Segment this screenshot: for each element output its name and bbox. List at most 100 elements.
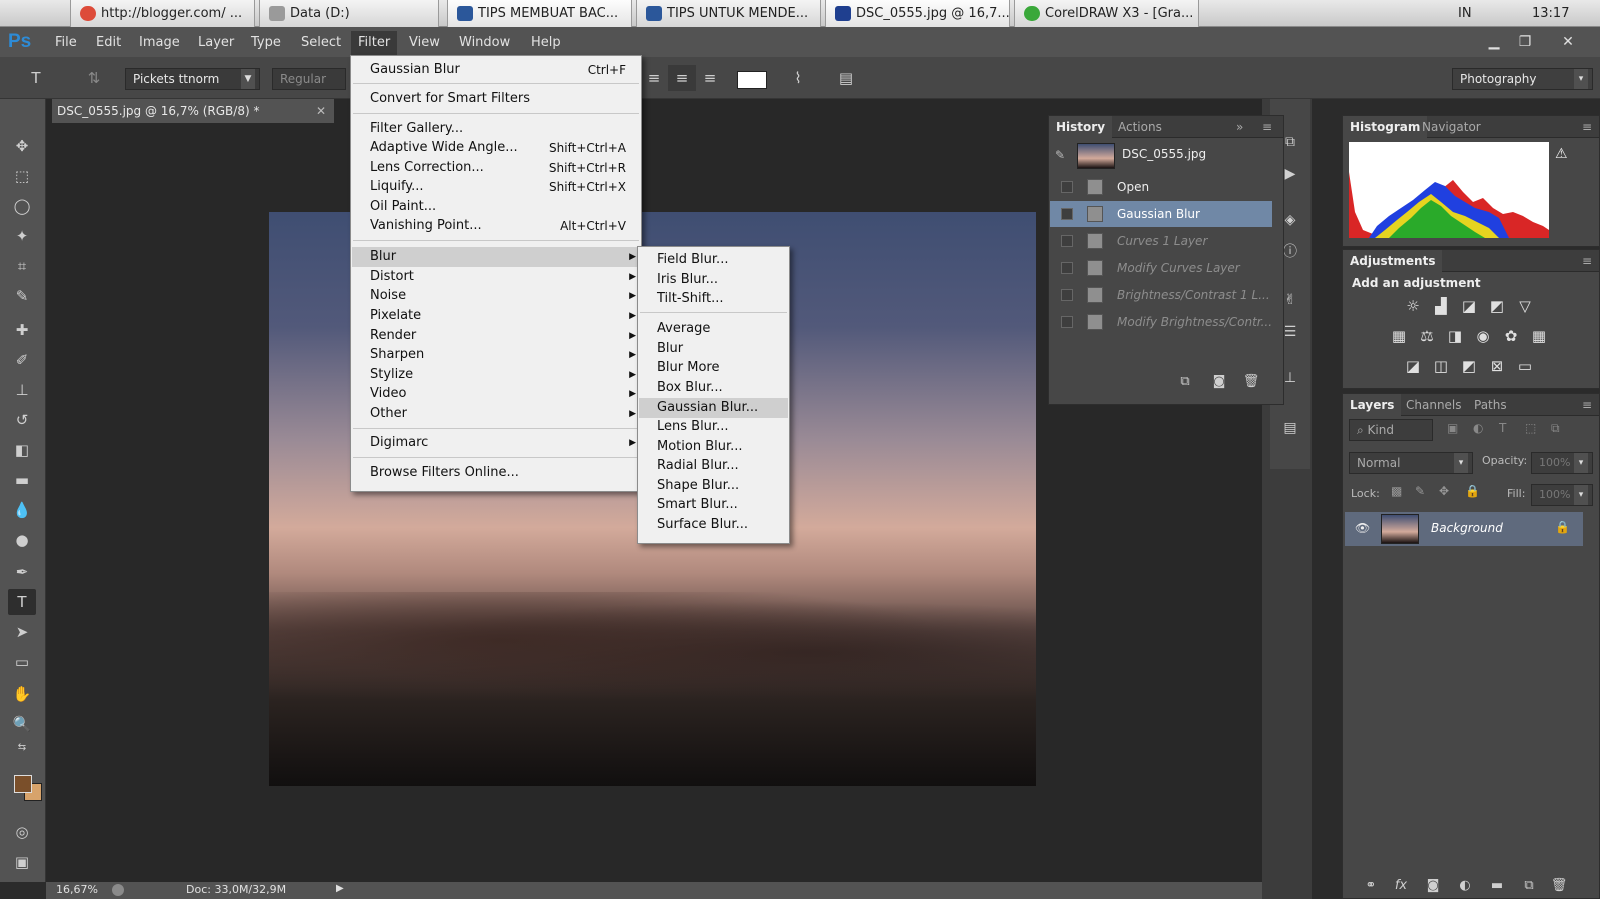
snapshot-camera-icon[interactable]: ◙ — [1209, 372, 1229, 392]
invert-icon[interactable]: ◪ — [1403, 356, 1423, 376]
layer-style-icon[interactable]: fx — [1391, 876, 1411, 896]
submenu-item-average[interactable]: Average — [639, 319, 788, 339]
history-state[interactable]: Gaussian Blur — [1050, 201, 1272, 227]
warp-text-icon[interactable]: ⌇ — [784, 65, 812, 91]
orientation-toggle-icon[interactable]: ⇅ — [80, 65, 108, 91]
menu-view[interactable]: View — [409, 35, 440, 50]
font-family-select[interactable]: Pickets ttnorm ▼ — [125, 68, 260, 90]
zoom-level[interactable]: 16,67% — [56, 883, 98, 896]
new-layer-icon[interactable]: ⧉ — [1519, 876, 1539, 896]
pen-tool-icon[interactable]: ✒ — [8, 559, 36, 585]
os-tab-word-2[interactable]: TIPS UNTUK MENDE... — [636, 0, 821, 27]
fill-input[interactable]: 100% ▾ — [1531, 484, 1593, 506]
layer-filter-select[interactable]: ⌕ Kind — [1349, 419, 1433, 441]
history-state-checkbox[interactable] — [1061, 316, 1073, 328]
history-state[interactable]: Open — [1050, 174, 1272, 200]
language-indicator[interactable]: IN — [1458, 0, 1472, 27]
menu-item-pixelate[interactable]: Pixelate ▶ — [352, 306, 640, 326]
type-tool-icon[interactable]: T — [8, 589, 36, 615]
character-panel-icon[interactable]: ▤ — [832, 65, 860, 91]
menu-layer[interactable]: Layer — [198, 35, 234, 50]
color-balance-icon[interactable]: ⚖ — [1417, 326, 1437, 346]
submenu-item-smart-blur[interactable]: Smart Blur... — [639, 495, 788, 515]
lock-image-icon[interactable]: ✎ — [1415, 484, 1425, 498]
visibility-eye-icon[interactable]: 👁 — [1355, 521, 1370, 535]
menu-help[interactable]: Help — [531, 35, 561, 50]
history-brush-source-icon[interactable]: ✎ — [1055, 148, 1065, 162]
brightness-contrast-icon[interactable]: ☼ — [1403, 296, 1423, 316]
photo-filter-icon[interactable]: ◉ — [1473, 326, 1493, 346]
move-tool-icon[interactable]: ✥ — [8, 133, 36, 159]
close-icon[interactable]: ✕ — [316, 99, 326, 123]
screen-mode-icon[interactable]: ▣ — [8, 849, 36, 875]
brush-tool-icon[interactable]: ✐ — [8, 347, 36, 373]
tab-channels[interactable]: Channels — [1399, 394, 1469, 416]
healing-brush-tool-icon[interactable]: ✚ — [8, 317, 36, 343]
align-center-icon[interactable]: ≡ — [668, 65, 696, 91]
eraser-tool-icon[interactable]: ◧ — [8, 437, 36, 463]
color-lookup-icon[interactable]: ▦ — [1529, 326, 1549, 346]
filter-pixel-icon[interactable]: ▣ — [1447, 421, 1458, 435]
panel-menu-icon[interactable]: ≡ — [1575, 116, 1599, 138]
lock-transparent-icon[interactable]: ▩ — [1391, 484, 1402, 498]
delete-state-icon[interactable]: 🗑 — [1241, 372, 1261, 392]
submenu-item-lens-blur[interactable]: Lens Blur... — [639, 417, 788, 437]
tab-actions[interactable]: Actions — [1111, 116, 1169, 138]
submenu-item-shape-blur[interactable]: Shape Blur... — [639, 476, 788, 496]
dodge-tool-icon[interactable]: ● — [8, 527, 36, 553]
tab-paths[interactable]: Paths — [1467, 394, 1514, 416]
quick-mask-icon[interactable]: ◎ — [8, 819, 36, 845]
link-layers-icon[interactable]: ⚭ — [1361, 876, 1381, 896]
zoom-tool-icon[interactable]: 🔍 — [8, 711, 36, 737]
os-tab-browser[interactable]: http://blogger.com/ ... — [70, 0, 255, 27]
menu-item-convert-smart-filters[interactable]: Convert for Smart Filters — [352, 89, 640, 109]
submenu-item-iris-blur[interactable]: Iris Blur... — [639, 270, 788, 290]
history-state[interactable]: Brightness/Contrast 1 L... — [1050, 282, 1272, 308]
os-tab-coreldraw[interactable]: CorelDRAW X3 - [Gra... — [1014, 0, 1199, 27]
menu-item-video[interactable]: Video ▶ — [352, 384, 640, 404]
close-button[interactable]: ✕ — [1555, 32, 1581, 52]
warning-icon[interactable]: ⚠ — [1555, 146, 1568, 162]
layer-row-background[interactable]: 👁 Background 🔒 — [1345, 512, 1583, 546]
history-state-checkbox[interactable] — [1061, 262, 1073, 274]
submenu-item-gaussian-blur[interactable]: Gaussian Blur... — [639, 398, 788, 418]
os-tab-photoshop[interactable]: DSC_0555.jpg @ 16,7... — [825, 0, 1010, 27]
opacity-input[interactable]: 100% ▾ — [1531, 452, 1593, 474]
rectangle-tool-icon[interactable]: ▭ — [8, 649, 36, 675]
gradient-map-icon[interactable]: ▭ — [1515, 356, 1535, 376]
history-state-checkbox[interactable] — [1061, 289, 1073, 301]
menu-item-browse-filters-online[interactable]: Browse Filters Online... — [352, 463, 640, 483]
menu-item-digimarc[interactable]: Digimarc ▶ — [352, 433, 640, 453]
filter-adjustment-icon[interactable]: ◐ — [1473, 421, 1483, 435]
apple-icon[interactable] — [20, 3, 40, 23]
restore-button[interactable]: ❐ — [1512, 32, 1538, 52]
document-tab[interactable]: DSC_0555.jpg @ 16,7% (RGB/8) * ✕ — [52, 99, 334, 123]
font-style-select[interactable]: Regular — [272, 68, 346, 90]
lock-all-icon[interactable]: 🔒 — [1465, 484, 1480, 498]
menu-item-sharpen[interactable]: Sharpen ▶ — [352, 345, 640, 365]
submenu-item-blur[interactable]: Blur — [639, 339, 788, 359]
history-state[interactable]: Curves 1 Layer — [1050, 228, 1272, 254]
menu-item-distort[interactable]: Distort ▶ — [352, 267, 640, 287]
menu-filter[interactable]: Filter — [351, 31, 398, 55]
menu-item-liquify[interactable]: Liquify... Shift+Ctrl+X — [352, 177, 640, 197]
delete-layer-icon[interactable]: 🗑 — [1549, 876, 1569, 896]
lasso-tool-icon[interactable]: ◯ — [8, 193, 36, 219]
foreground-color-swatch[interactable] — [14, 775, 32, 793]
menu-window[interactable]: Window — [459, 35, 510, 50]
channel-mixer-icon[interactable]: ✿ — [1501, 326, 1521, 346]
menu-select[interactable]: Select — [301, 35, 341, 50]
menu-item-filter-gallery[interactable]: Filter Gallery... — [352, 119, 640, 139]
menu-item-last-filter[interactable]: Gaussian Blur Ctrl+F — [352, 60, 640, 80]
os-tab-word-1[interactable]: TIPS MEMBUAT BAC... — [447, 0, 632, 27]
submenu-item-motion-blur[interactable]: Motion Blur... — [639, 437, 788, 457]
tab-adjustments[interactable]: Adjustments — [1343, 250, 1443, 272]
menu-item-noise[interactable]: Noise ▶ — [352, 286, 640, 306]
play-icon[interactable]: ▶ — [336, 883, 344, 894]
eyedropper-tool-icon[interactable]: ✎ — [8, 283, 36, 309]
tab-layers[interactable]: Layers — [1343, 394, 1402, 416]
align-right-icon[interactable]: ≡ — [696, 65, 724, 91]
submenu-item-field-blur[interactable]: Field Blur... — [639, 250, 788, 270]
hue-saturation-icon[interactable]: ▦ — [1389, 326, 1409, 346]
layer-comps-icon[interactable]: ▤ — [1279, 417, 1301, 439]
